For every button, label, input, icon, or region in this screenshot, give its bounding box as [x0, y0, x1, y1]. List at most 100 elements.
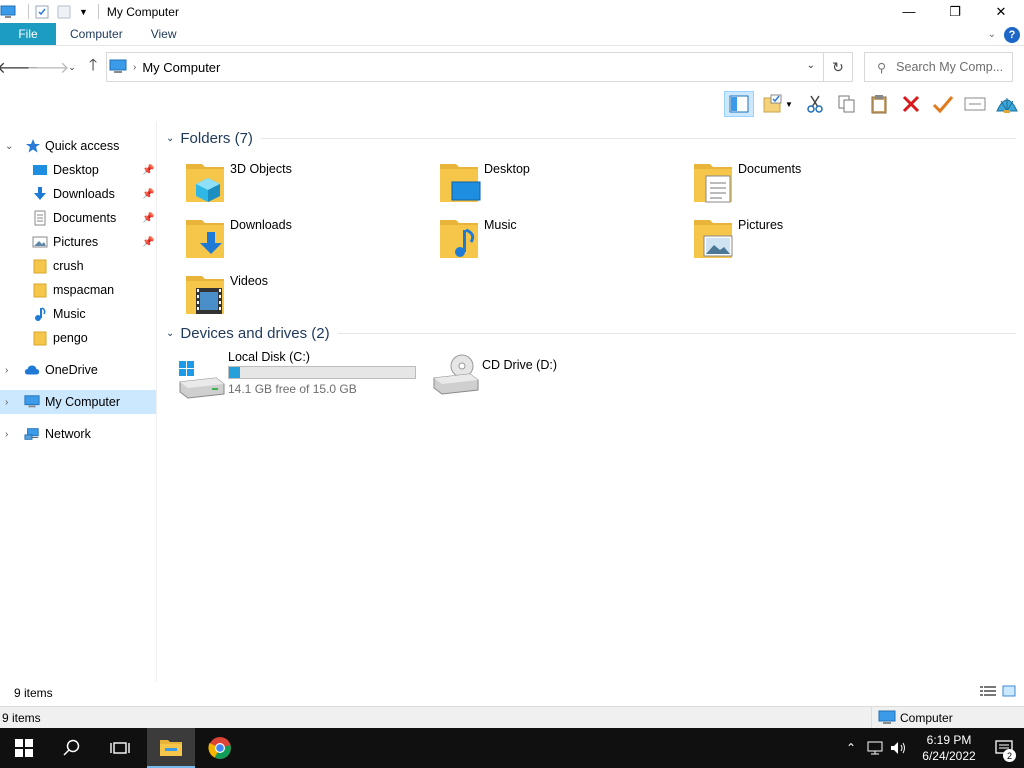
chevron-down-icon[interactable]: ⌄: [166, 328, 174, 339]
system-tray: ⌃ 6:19 PM 6/24/2022 2: [846, 728, 1024, 768]
nav-onedrive[interactable]: › OneDrive: [0, 358, 156, 382]
drive-tile-d[interactable]: CD Drive (D:): [432, 350, 682, 402]
nav-label: Downloads: [53, 187, 115, 201]
drives-group-title: Devices and drives (2): [180, 324, 330, 342]
zone-label: Computer: [900, 711, 953, 725]
copy-icon[interactable]: [834, 91, 860, 117]
folders-group-header[interactable]: ⌄ Folders (7): [166, 128, 1016, 148]
nav-item-desktop[interactable]: Desktop 📌: [0, 158, 156, 182]
folder-name: 3D Objects: [230, 162, 292, 176]
file-explorer-taskbar-button[interactable]: [147, 728, 195, 768]
chevron-right-icon[interactable]: ›: [5, 365, 8, 376]
nav-item-crush[interactable]: crush: [0, 254, 156, 278]
address-bar[interactable]: › My Computer ⌄: [106, 52, 824, 82]
folder-name: Desktop: [484, 162, 530, 176]
folder-icon: [33, 283, 47, 298]
music-icon: [35, 307, 46, 321]
nav-item-pengo[interactable]: pengo: [0, 326, 156, 350]
items-count: 9 items: [14, 686, 53, 700]
nav-label: mspacman: [53, 283, 115, 297]
tiles-view-icon[interactable]: [1002, 685, 1016, 700]
drive-tile-c[interactable]: Local Disk (C:) 14.1 GB free of 15.0 GB: [178, 350, 428, 402]
paste-icon[interactable]: [866, 91, 892, 117]
navigation-pane: ⌄ Quick access Desktop 📌 Downloads 📌 Doc…: [0, 122, 157, 682]
folder-tile-pictures[interactable]: Pictures: [692, 212, 942, 262]
breadcrumb-separator-icon[interactable]: ›: [133, 62, 136, 73]
folder-tile-downloads[interactable]: Downloads: [184, 212, 434, 262]
nav-quick-access[interactable]: ⌄ Quick access: [0, 134, 156, 158]
folder-tile-desktop[interactable]: Desktop: [438, 156, 688, 206]
nav-label: Quick access: [45, 139, 120, 153]
search-input[interactable]: ⚲ Search My Comp...: [864, 52, 1013, 82]
start-button[interactable]: [0, 728, 48, 768]
nav-item-documents[interactable]: Documents 📌: [0, 206, 156, 230]
maximize-button[interactable]: ❐: [932, 0, 978, 23]
cut-icon[interactable]: [802, 91, 828, 117]
quick-access-toolbar: ▼ My Computer: [0, 0, 179, 23]
nav-item-pictures[interactable]: Pictures 📌: [0, 230, 156, 254]
tab-file[interactable]: File: [0, 23, 56, 45]
nav-item-music[interactable]: Music: [0, 302, 156, 326]
delete-icon[interactable]: [898, 91, 924, 117]
refresh-button[interactable]: ↻: [824, 52, 853, 82]
notification-count-badge: 2: [1003, 749, 1016, 762]
nav-label: Pictures: [53, 235, 99, 249]
folder-tile-3d-objects[interactable]: 3D Objects: [184, 156, 434, 206]
tab-computer[interactable]: Computer: [56, 23, 137, 45]
checkmark-icon[interactable]: [930, 91, 956, 117]
close-button[interactable]: ✕: [978, 0, 1024, 23]
chevron-right-icon[interactable]: ›: [5, 429, 8, 440]
expand-ribbon-icon[interactable]: ⌄: [988, 29, 996, 40]
nav-item-mspacman[interactable]: mspacman: [0, 278, 156, 302]
computer-icon: [109, 59, 127, 73]
content-pane: ⌄ Folders (7) 3D Objects Desktop Documen…: [160, 122, 1024, 682]
minimize-button[interactable]: —: [886, 0, 932, 23]
folder-name: Documents: [738, 162, 802, 176]
drives-group-header[interactable]: ⌄ Devices and drives (2): [166, 323, 1016, 343]
folder-tile-videos[interactable]: Videos: [184, 268, 434, 318]
tab-view[interactable]: View: [137, 23, 191, 45]
show-hidden-icons-icon[interactable]: ⌃: [846, 741, 856, 755]
folder-name: Downloads: [230, 218, 292, 232]
nav-my-computer[interactable]: › My Computer: [0, 390, 156, 414]
navigation-pane-icon[interactable]: [724, 91, 754, 117]
computer-icon[interactable]: [0, 5, 16, 19]
network-tray-icon[interactable]: [866, 740, 884, 756]
folder-tile-documents[interactable]: Documents: [692, 156, 942, 206]
nav-label: My Computer: [45, 395, 121, 409]
drive-name: CD Drive (D:): [482, 358, 557, 372]
nav-item-downloads[interactable]: Downloads 📌: [0, 182, 156, 206]
address-dropdown-icon[interactable]: ⌄: [807, 60, 815, 71]
shell-icon[interactable]: [994, 91, 1020, 117]
chevron-down-icon[interactable]: ⌄: [5, 141, 13, 152]
customize-quick-access-icon[interactable]: ▼: [79, 7, 88, 17]
volume-icon[interactable]: [890, 740, 908, 756]
chrome-taskbar-button[interactable]: [196, 728, 244, 768]
forward-button[interactable]: 🡒: [27, 55, 70, 79]
rename-icon[interactable]: [962, 91, 988, 117]
address-path: My Computer: [142, 59, 221, 75]
clock[interactable]: 6:19 PM 6/24/2022: [914, 732, 984, 764]
search-icon: [63, 739, 80, 756]
windows-drive-icon: [179, 361, 225, 399]
clock-time: 6:19 PM: [926, 733, 972, 747]
task-view-button[interactable]: [96, 728, 144, 768]
up-button[interactable]: 🡑: [81, 55, 105, 79]
search-button[interactable]: [48, 728, 96, 768]
documents-icon: [694, 164, 732, 203]
drive-free-space: 14.1 GB free of 15.0 GB: [228, 382, 357, 396]
nav-network[interactable]: › Network: [0, 422, 156, 446]
folder-icon: [33, 259, 47, 274]
nav-label: pengo: [53, 331, 88, 345]
drive-usage-bar: [228, 366, 416, 379]
folder-tile-music[interactable]: Music: [438, 212, 688, 262]
chrome-icon: [208, 737, 231, 759]
help-icon[interactable]: ?: [1004, 26, 1020, 43]
chevron-right-icon[interactable]: ›: [5, 397, 8, 408]
new-folder-icon[interactable]: [57, 5, 71, 19]
properties-icon[interactable]: [35, 5, 49, 19]
chevron-down-icon[interactable]: ⌄: [166, 133, 174, 144]
details-view-icon[interactable]: [980, 685, 996, 700]
properties-icon[interactable]: ▼: [760, 91, 796, 117]
action-center-button[interactable]: 2: [984, 728, 1024, 768]
